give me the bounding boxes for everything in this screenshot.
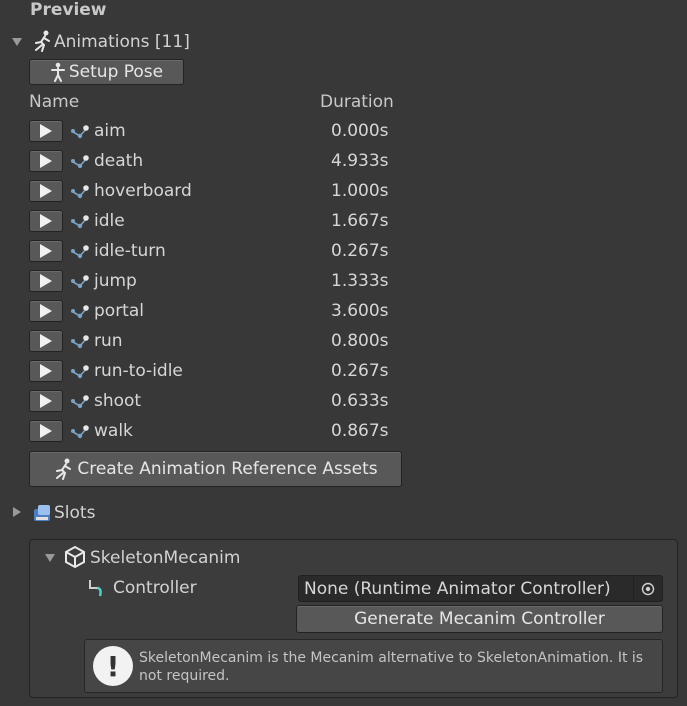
running-figure-icon [56, 458, 72, 480]
bone-icon [71, 335, 89, 349]
play-button[interactable] [29, 360, 63, 382]
play-button[interactable] [29, 270, 63, 292]
animation-duration: 3.600s [331, 301, 389, 321]
animation-duration: 1.000s [331, 181, 389, 201]
generate-mecanim-controller-label: Generate Mecanim Controller [354, 609, 605, 629]
play-icon [40, 394, 52, 408]
bone-icon [71, 425, 89, 439]
animation-name: run [94, 331, 123, 351]
controller-label: Controller [113, 578, 197, 598]
play-button[interactable] [29, 420, 63, 442]
animation-name: portal [94, 301, 144, 321]
animation-name: aim [94, 121, 126, 141]
play-button[interactable] [29, 300, 63, 322]
animation-duration: 0.633s [331, 391, 389, 411]
bone-icon [71, 305, 89, 319]
animation-duration: 4.933s [331, 151, 389, 171]
play-button[interactable] [29, 390, 63, 412]
animations-foldout-arrow[interactable] [12, 38, 22, 46]
controller-field[interactable]: None (Runtime Animator Controller) [298, 575, 663, 602]
animation-duration: 0.267s [331, 361, 389, 381]
play-icon [40, 334, 52, 348]
play-icon [40, 184, 52, 198]
slots-header[interactable]: Slots [54, 503, 95, 523]
animation-name: idle [94, 211, 125, 231]
bone-icon [71, 395, 89, 409]
animation-duration: 0.800s [331, 331, 389, 351]
help-text: SkeletonMecanim is the Mecanim alternati… [139, 650, 644, 684]
skeleton-mecanim-header[interactable]: SkeletonMecanim [90, 548, 240, 568]
setup-pose-label: Setup Pose [68, 62, 164, 82]
help-box: ! SkeletonMecanim is the Mecanim alterna… [84, 639, 663, 693]
play-icon [40, 244, 52, 258]
mecanim-foldout-arrow[interactable] [45, 554, 55, 562]
bone-icon [71, 155, 89, 169]
animation-duration: 0.867s [331, 421, 389, 441]
animation-duration: 0.000s [331, 121, 389, 141]
play-button[interactable] [29, 150, 63, 172]
bone-icon [71, 245, 89, 259]
generate-mecanim-controller-button[interactable]: Generate Mecanim Controller [296, 605, 663, 633]
preview-title: Preview [30, 0, 107, 20]
animation-name: hoverboard [94, 181, 192, 201]
slots-icon [34, 505, 50, 521]
running-figure-icon [35, 30, 50, 52]
animation-name: jump [94, 271, 137, 291]
play-icon [40, 364, 52, 378]
animation-duration: 1.667s [331, 211, 389, 231]
column-name-header: Name [29, 92, 80, 112]
play-button[interactable] [29, 330, 63, 352]
animation-name: death [94, 151, 144, 171]
animation-name: idle-turn [94, 241, 166, 261]
bone-icon [71, 275, 89, 289]
play-button[interactable] [29, 210, 63, 232]
animations-header[interactable]: Animations [11] [54, 32, 190, 52]
play-button[interactable] [29, 180, 63, 202]
column-duration-header: Duration [320, 92, 394, 112]
play-icon [40, 154, 52, 168]
play-button[interactable] [29, 240, 63, 262]
create-animation-reference-assets-button[interactable]: Create Animation Reference Assets [29, 451, 402, 487]
animation-name: walk [94, 421, 133, 441]
slots-foldout-arrow[interactable] [13, 507, 21, 517]
standing-figure-icon [50, 62, 65, 82]
bone-icon [71, 185, 89, 199]
setup-pose-button[interactable]: Setup Pose [29, 59, 184, 85]
play-icon [40, 424, 52, 438]
object-picker-icon[interactable] [633, 576, 662, 601]
bone-icon [71, 215, 89, 229]
play-button[interactable] [29, 120, 63, 142]
unity-cube-icon [65, 546, 85, 568]
animation-duration: 0.267s [331, 241, 389, 261]
create-animation-reference-assets-label: Create Animation Reference Assets [77, 459, 378, 479]
play-icon [40, 214, 52, 228]
controller-icon [89, 580, 102, 597]
controller-value: None (Runtime Animator Controller) [304, 579, 611, 599]
exclamation-icon: ! [93, 646, 133, 686]
bone-icon [71, 365, 89, 379]
play-icon [40, 124, 52, 138]
animation-name: shoot [94, 391, 142, 411]
bone-icon [71, 125, 89, 139]
animation-duration: 1.333s [331, 271, 389, 291]
play-icon [40, 274, 52, 288]
play-icon [40, 304, 52, 318]
animation-name: run-to-idle [94, 361, 183, 381]
